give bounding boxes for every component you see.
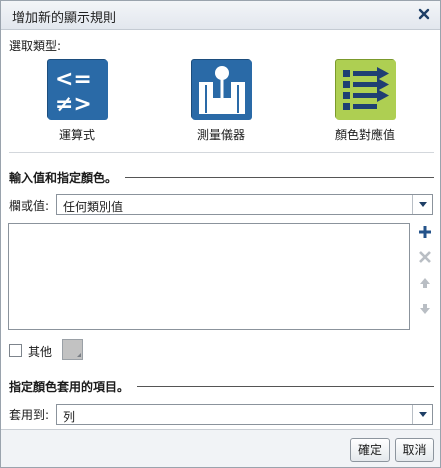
- other-color-swatch[interactable]: [62, 339, 83, 360]
- chevron-down-icon[interactable]: [412, 405, 432, 424]
- apply-to-select[interactable]: 列: [56, 404, 433, 425]
- add-icon[interactable]: [417, 224, 433, 240]
- apply-section-title: 指定顏色套用的項目。: [9, 380, 130, 394]
- column-label: 欄或值:: [9, 199, 50, 213]
- add-display-rule-dialog: 增加新的顯示規則 選取類型: <= ≠> 運算式 測量儀器 顏色對應值 輸入值和…: [0, 0, 441, 468]
- move-up-icon[interactable]: [417, 275, 433, 291]
- color-map-icon: [336, 60, 396, 120]
- value-color-list[interactable]: [8, 223, 410, 330]
- section-divider: [137, 386, 434, 387]
- gauge-icon: [192, 60, 252, 120]
- other-checkbox[interactable]: [9, 344, 22, 357]
- section-divider: [125, 177, 434, 178]
- ok-button[interactable]: 確定: [350, 438, 390, 462]
- close-icon[interactable]: [416, 6, 432, 22]
- type-gauge-button[interactable]: [191, 59, 252, 120]
- delete-icon[interactable]: [417, 249, 433, 265]
- other-label: 其他: [28, 345, 53, 359]
- svg-text:<=: <=: [55, 67, 92, 92]
- chevron-down-icon[interactable]: [412, 195, 432, 214]
- column-select[interactable]: 任何類別值: [56, 194, 433, 215]
- operator-icon: <= ≠>: [48, 60, 108, 120]
- type-gauge-label: 測量儀器: [196, 128, 245, 142]
- apply-to-select-value: 列: [63, 410, 76, 424]
- values-section-title: 輸入值和指定顏色。: [9, 171, 118, 185]
- dialog-title: 增加新的顯示規則: [12, 11, 117, 26]
- apply-to-label: 套用到:: [9, 408, 50, 422]
- divider: [9, 152, 434, 153]
- svg-text:≠>: ≠>: [55, 92, 92, 117]
- cancel-button[interactable]: 取消: [395, 438, 434, 462]
- type-color-mapped-button[interactable]: [335, 59, 396, 120]
- move-down-icon[interactable]: [417, 301, 433, 317]
- column-select-value: 任何類別值: [63, 200, 124, 214]
- dialog-titlebar: 增加新的顯示規則: [1, 1, 440, 30]
- type-expression-label: 運算式: [58, 128, 95, 142]
- select-type-label: 選取類型:: [9, 39, 62, 53]
- type-expression-button[interactable]: <= ≠>: [47, 59, 108, 120]
- type-color-mapped-label: 顏色對應值: [334, 128, 395, 142]
